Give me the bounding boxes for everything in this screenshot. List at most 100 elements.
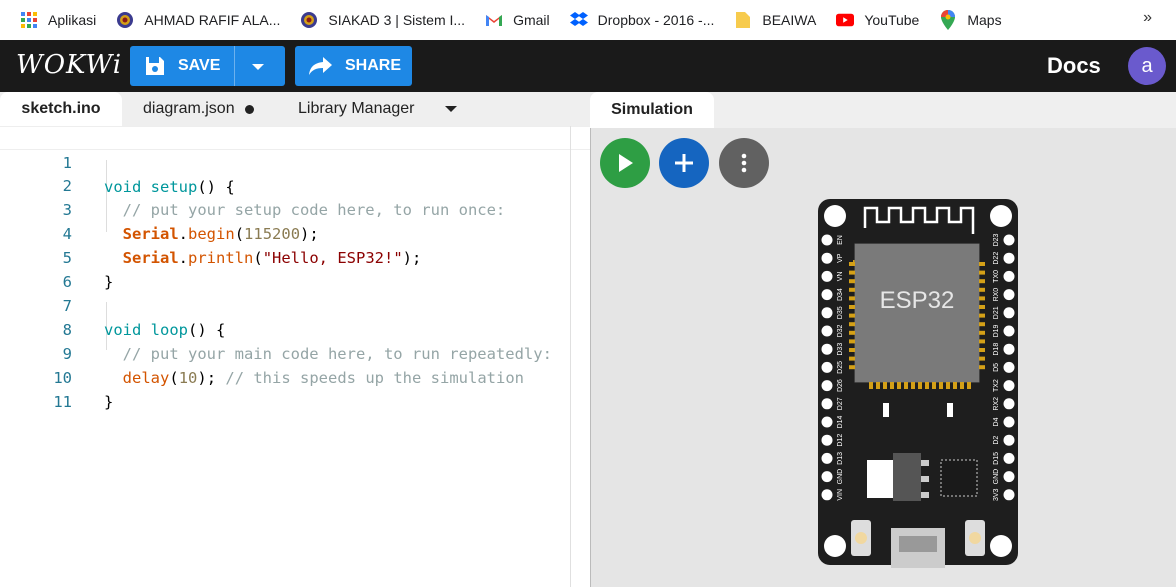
- chip-pad: [883, 382, 887, 389]
- docs-link[interactable]: Docs: [1047, 53, 1101, 79]
- chip-pad: [904, 382, 908, 389]
- bookmark-ahmad[interactable]: AHMAD RAFIF ALA...: [116, 11, 280, 29]
- code-line: 9 delay(10); // this speeds up the simul…: [0, 318, 590, 387]
- play-icon: [616, 153, 634, 173]
- share-button[interactable]: SHARE: [295, 46, 412, 86]
- pin-hole[interactable]: [821, 252, 833, 264]
- pin-hole[interactable]: [1003, 416, 1015, 428]
- chip-pad: [849, 365, 855, 370]
- floppy-disk-icon: [144, 55, 166, 77]
- chip-pad: [925, 382, 929, 389]
- chip-pad: [979, 296, 985, 301]
- line-number: 11: [53, 393, 72, 411]
- simulation-canvas[interactable]: ESP32 EN VP VN D34 D35 D32 D33 D25 D26 D27 D14 D12 D…: [590, 128, 1176, 587]
- pin-hole[interactable]: [1003, 398, 1015, 410]
- chip-pad: [918, 382, 922, 389]
- pin-hole[interactable]: [1003, 289, 1015, 301]
- share-arrow-icon: [309, 56, 333, 76]
- pin-label: D19: [993, 324, 1000, 337]
- pin-label: D22: [993, 252, 1000, 265]
- pin-hole[interactable]: [821, 416, 833, 428]
- chip-pad: [946, 382, 950, 389]
- tab-library-manager[interactable]: Library Manager: [298, 92, 415, 126]
- chip-pad: [849, 356, 855, 361]
- pin-label: D5: [993, 363, 1000, 372]
- pin-hole[interactable]: [1003, 434, 1015, 446]
- chip-label: ESP32: [880, 287, 955, 314]
- code-line: 5 }: [0, 222, 590, 291]
- bookmarks-overflow-button[interactable]: »: [1143, 9, 1152, 27]
- pin-hole[interactable]: [821, 234, 833, 246]
- pin-label: D4: [993, 417, 1000, 426]
- chip-pad: [849, 296, 855, 301]
- university-seal-icon: [300, 11, 318, 29]
- pin-hole[interactable]: [821, 398, 833, 410]
- tab-label: Library Manager: [298, 100, 415, 117]
- code-text: }: [104, 393, 114, 411]
- pin-hole[interactable]: [821, 380, 833, 392]
- tab-diagram-json[interactable]: diagram.json: [143, 92, 254, 126]
- pin-hole[interactable]: [1003, 234, 1015, 246]
- bookmark-siakad[interactable]: SIAKAD 3 | Sistem I...: [300, 11, 465, 29]
- pin-hole[interactable]: [821, 434, 833, 446]
- pin-hole[interactable]: [1003, 471, 1015, 483]
- bookmark-beaiwa[interactable]: BEAIWA: [734, 11, 816, 29]
- pin-hole[interactable]: [1003, 343, 1015, 355]
- start-simulation-button[interactable]: [600, 138, 650, 188]
- pin-hole[interactable]: [1003, 361, 1015, 373]
- save-button-separator: [234, 46, 235, 86]
- pin-hole[interactable]: [1003, 489, 1015, 501]
- pin-hole[interactable]: [821, 270, 833, 282]
- bookmark-maps[interactable]: Maps: [939, 10, 1002, 30]
- bookmark-apps[interactable]: Aplikasi: [20, 11, 96, 29]
- chip-pad: [979, 322, 985, 327]
- pin-hole[interactable]: [1003, 452, 1015, 464]
- code-line: 6: [0, 246, 590, 291]
- pin-hole[interactable]: [1003, 270, 1015, 282]
- pin-label: 3V3: [993, 488, 1000, 501]
- pin-label: D33: [837, 343, 844, 356]
- pin-hole[interactable]: [821, 489, 833, 501]
- pin-hole[interactable]: [821, 452, 833, 464]
- pin-hole[interactable]: [821, 471, 833, 483]
- pin-hole[interactable]: [1003, 307, 1015, 319]
- chip-pad: [979, 330, 985, 335]
- youtube-icon: [836, 11, 855, 29]
- pin-hole[interactable]: [1003, 252, 1015, 264]
- code-editor[interactable]: 1 void setup() { 2 // put your setup cod…: [0, 126, 590, 587]
- bookmark-youtube[interactable]: YouTube: [836, 11, 919, 29]
- avatar[interactable]: a: [1128, 47, 1166, 85]
- chip-pad: [979, 287, 985, 292]
- chip-pad: [849, 348, 855, 352]
- code-line: 8 // put your main code here, to run rep…: [0, 294, 590, 363]
- wokwi-logo[interactable]: WOKWi: [16, 50, 122, 80]
- pin-hole[interactable]: [1003, 325, 1015, 337]
- pin-hole[interactable]: [821, 343, 833, 355]
- tab-simulation[interactable]: Simulation: [590, 92, 714, 128]
- pin-hole[interactable]: [821, 307, 833, 319]
- bookmark-gmail[interactable]: Gmail: [485, 11, 550, 29]
- pin-hole[interactable]: [821, 361, 833, 373]
- pin-label: D18: [993, 343, 1000, 356]
- chevron-down-icon[interactable]: [250, 60, 266, 78]
- more-options-button[interactable]: [719, 138, 769, 188]
- chip-pad: [876, 382, 880, 389]
- pin-hole[interactable]: [821, 325, 833, 337]
- chip-pad: [979, 348, 985, 352]
- pin-hole[interactable]: [821, 289, 833, 301]
- tabs-menu-chevron-icon[interactable]: [444, 92, 458, 126]
- pin-hole[interactable]: [1003, 380, 1015, 392]
- save-button[interactable]: SAVE: [130, 46, 285, 86]
- tab-label: diagram.json: [143, 100, 235, 117]
- bookmark-label: Dropbox - 2016 -...: [597, 12, 715, 28]
- pin-label: EN: [837, 235, 844, 245]
- apps-grid-icon: [20, 11, 38, 29]
- add-part-button[interactable]: [659, 138, 709, 188]
- chip-pad: [849, 330, 855, 335]
- editor-scroll-divider: [570, 126, 571, 587]
- esp32-devkit-board[interactable]: ESP32 EN VP VN D34 D35 D32 D33 D25 D26 D27 D14 D12 D…: [817, 198, 1019, 568]
- pin-label: D27: [837, 397, 844, 410]
- bookmark-dropbox[interactable]: Dropbox - 2016 -...: [569, 11, 715, 29]
- tab-sketch-ino[interactable]: sketch.ino: [0, 92, 122, 126]
- bookmark-label: AHMAD RAFIF ALA...: [144, 12, 281, 28]
